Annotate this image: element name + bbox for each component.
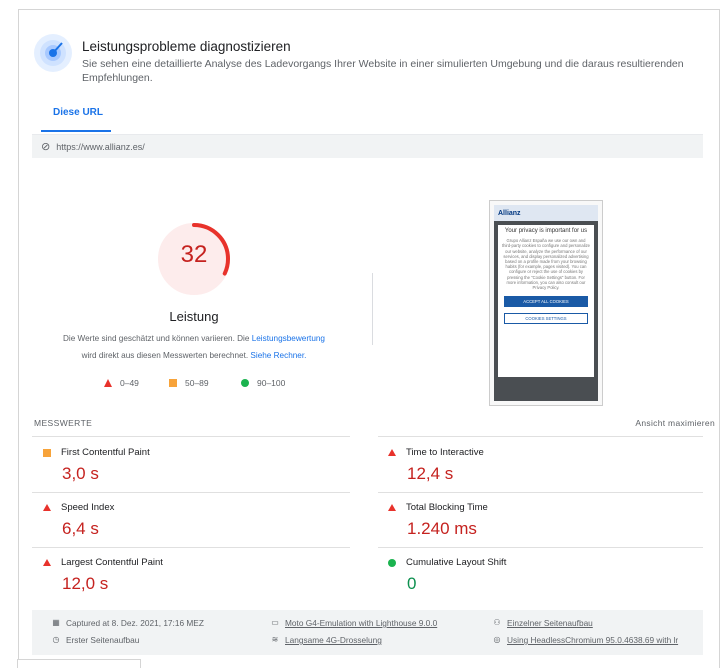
calendar-icon: ▦ (52, 618, 60, 627)
metric-fcp: First Contentful Paint 3,0 s (43, 447, 363, 484)
fail-triangle-icon (104, 379, 112, 387)
cookie-heading: Your privacy is important for us (504, 228, 588, 234)
site-logo: Allianz (498, 209, 521, 217)
rechner-link[interactable]: Siehe Rechner. (250, 351, 306, 360)
metric-name: Speed Index (61, 502, 115, 513)
active-tab-indicator (41, 130, 111, 132)
run-info-footer: ▦ Captured at 8. Dez. 2021, 17:16 MEZ ▭ … (32, 610, 703, 655)
link-icon: ⊖ (38, 139, 54, 155)
tab-diese-url[interactable]: Diese URL (53, 107, 103, 118)
initial-load-info: ◷ Erster Seitenaufbau (51, 635, 140, 645)
divider (378, 547, 703, 548)
timer-icon: ◷ (52, 635, 60, 644)
throttling-text: Langsame 4G-Drosselung (285, 635, 382, 645)
divider (32, 436, 350, 437)
divider (378, 492, 703, 493)
legend-pass: 90–100 (241, 378, 285, 388)
note-text-1: Die Werte sind geschätzt und können vari… (62, 334, 252, 343)
fail-triangle-icon (43, 559, 51, 566)
metric-value: 12,4 s (407, 464, 454, 483)
average-square-icon (43, 448, 51, 457)
initial-load-text: Erster Seitenaufbau (66, 635, 140, 645)
tested-url-bar: ⊖ https://www.allianz.es/ (32, 134, 703, 158)
device-text: Moto G4-Emulation with Lighthouse 9.0.0 (285, 618, 438, 628)
metric-tbt: Total Blocking Time 1.240 ms (388, 502, 708, 539)
metric-value: 6,4 s (62, 519, 99, 538)
fail-triangle-icon (388, 449, 396, 456)
divider (378, 436, 703, 437)
performance-score: 32 (180, 241, 208, 268)
cookie-body: Grupo Allianz España we use our own and … (502, 238, 590, 291)
divider (32, 492, 350, 493)
wifi-icon: ≋ (271, 635, 279, 644)
average-square-icon (169, 379, 177, 387)
legend-range: 0–49 (120, 378, 139, 388)
metrics-label: MESSWERTE (34, 418, 93, 428)
cookie-dialog: Your privacy is important for us Grupo A… (498, 225, 594, 377)
report-panel: Leistungsprobleme diagnostizieren Sie se… (18, 9, 720, 668)
metric-value: 12,0 s (62, 574, 109, 593)
metric-lcp: Largest Contentful Paint 12,0 s (43, 557, 363, 594)
captured-text: Captured at 8. Dez. 2021, 17:16 MEZ (66, 618, 204, 628)
device-info[interactable]: ▭ Moto G4-Emulation with Lighthouse 9.0.… (270, 618, 437, 628)
section-description: Sie sehen eine detaillierte Analyse des … (82, 58, 684, 84)
metric-cls: Cumulative Layout Shift 0 (388, 557, 708, 594)
phone-screen: Allianz Your privacy is important for us… (494, 205, 598, 401)
pass-circle-icon (241, 379, 249, 387)
accept-cookies-button: ACCEPT ALL COOKIES (504, 296, 588, 308)
metric-value: 1.240 ms (407, 519, 477, 538)
section-title: Leistungsprobleme diagnostizieren (82, 39, 291, 54)
device-icon: ▭ (271, 618, 279, 627)
cookie-settings-button: COOKIES SETTINGS (504, 313, 588, 325)
browser-text: Using HeadlessChromium 95.0.4638.69 with… (507, 635, 679, 645)
fail-triangle-icon (388, 504, 396, 511)
performance-label: Leistung (169, 309, 219, 324)
divider (32, 547, 350, 548)
metric-tti: Time to Interactive 12,4 s (388, 447, 708, 484)
metric-name: Time to Interactive (406, 447, 484, 458)
legend-range: 90–100 (257, 378, 286, 388)
metric-name: Largest Contentful Paint (61, 557, 163, 568)
score-note: Die Werte sind geschätzt und können vari… (41, 330, 347, 364)
session-info[interactable]: ⚇ Einzelner Seitenaufbau (492, 618, 593, 628)
legend-range: 50–89 (185, 378, 209, 388)
legend-fail: 0–49 (104, 378, 139, 388)
metric-name: First Contentful Paint (61, 447, 150, 458)
metric-value: 3,0 s (62, 464, 99, 483)
session-text: Einzelner Seitenaufbau (507, 618, 593, 628)
users-icon: ⚇ (493, 618, 501, 627)
note-text-2: wird direkt aus diesen Messwerten berech… (81, 351, 251, 360)
site-header: Allianz (494, 205, 598, 221)
tested-url: https://www.allianz.es/ (56, 141, 145, 152)
diagnostics-icon (34, 34, 72, 72)
browser-icon: ◎ (493, 635, 501, 644)
throttling-info[interactable]: ≋ Langsame 4G-Drosselung (270, 635, 382, 645)
expand-view-button[interactable]: Ansicht maximieren (635, 418, 715, 428)
divider (372, 273, 373, 345)
metric-name: Cumulative Layout Shift (406, 557, 507, 568)
metric-value: 0 (407, 574, 417, 593)
next-section-stub (17, 659, 141, 668)
page-screenshot-thumbnail[interactable]: Allianz Your privacy is important for us… (489, 200, 603, 406)
pass-circle-icon (388, 558, 396, 567)
fail-triangle-icon (43, 504, 51, 511)
browser-info[interactable]: ◎ Using HeadlessChromium 95.0.4638.69 wi… (492, 635, 679, 645)
legend-average: 50–89 (169, 378, 209, 388)
captured-info: ▦ Captured at 8. Dez. 2021, 17:16 MEZ (51, 618, 204, 628)
metric-name: Total Blocking Time (406, 502, 488, 513)
metric-speed-index: Speed Index 6,4 s (43, 502, 363, 539)
leistungsbewertung-link[interactable]: Leistungsbewertung (252, 334, 325, 343)
